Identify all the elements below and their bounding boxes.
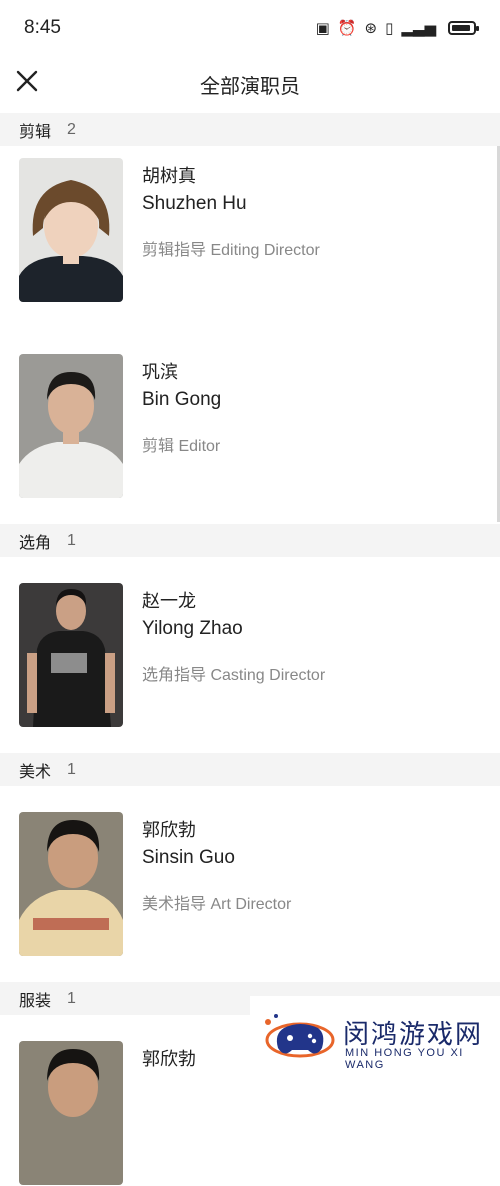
crew-item[interactable]: 巩滨 Bin Gong 剪辑 Editor [19,354,489,499]
crew-role: 美术指导 Art Director [142,896,292,913]
avatar [19,583,123,727]
section-name: 剪辑 [19,123,52,141]
watermark: 闵鸿游戏网 MIN HONG YOU XI WANG [250,996,500,1079]
crew-role: 剪辑指导 Editing Director [142,242,320,259]
crew-item[interactable]: 胡树真 Shuzhen Hu 剪辑指导 Editing Director [19,158,489,303]
section-count: 1 [67,531,76,549]
crew-name-en: Bin Gong [142,389,222,410]
crew-name-en: Yilong Zhao [142,618,243,639]
crew-name-cn: 巩滨 [142,362,178,382]
nfc-icon: ▣ [315,19,330,37]
signal-icon: ▂▃▅ [401,19,436,37]
crew-name-cn: 赵一龙 [142,591,196,611]
avatar [19,812,123,956]
status-bar: 8:45 ▣ ⏰ ⊛ ▯ ▂▃▅ [0,0,500,56]
section-name: 服装 [19,992,52,1010]
page-title: 全部演职员 [200,75,300,98]
close-icon[interactable] [14,68,44,98]
section-header-editing: 剪辑 2 [0,113,500,146]
watermark-title: 闵鸿游戏网 [343,1019,484,1049]
section-count: 1 [67,989,76,1007]
crew-role: 选角指导 Casting Director [142,667,326,684]
section-name: 美术 [19,763,52,781]
status-icons: ▣ ⏰ ⊛ ▯ ▂▃▅ [315,19,479,37]
section-header-casting: 选角 1 [0,524,500,557]
crew-name-cn: 胡树真 [142,166,196,186]
alarm-icon: ⏰ [337,19,357,37]
avatar [19,354,123,498]
gamepad-logo-icon [265,1014,335,1058]
crew-item[interactable]: 郭欣勃 Sinsin Guo 美术指导 Art Director [19,812,489,957]
bluetooth-icon: ⊛ [364,19,378,37]
crew-item[interactable]: 赵一龙 Yilong Zhao 选角指导 Casting Director [19,583,489,728]
section-header-art: 美术 1 [0,753,500,786]
crew-name-cn: 郭欣勃 [142,820,196,840]
section-name: 选角 [19,534,52,552]
avatar [19,158,123,302]
crew-role: 剪辑 Editor [142,438,221,455]
section-count: 2 [67,120,76,138]
page-header: 全部演职员 [0,56,500,112]
status-time: 8:45 [24,17,61,38]
avatar [19,1041,123,1185]
watermark-subtitle: MIN HONG YOU XI WANG [345,1047,464,1071]
crew-name-cn: 郭欣勃 [142,1049,196,1069]
crew-name-en: Shuzhen Hu [142,193,247,214]
vibrate-icon: ▯ [385,19,394,37]
section-count: 1 [67,760,76,778]
crew-name-en: Sinsin Guo [142,847,235,868]
battery-icon [448,21,479,35]
